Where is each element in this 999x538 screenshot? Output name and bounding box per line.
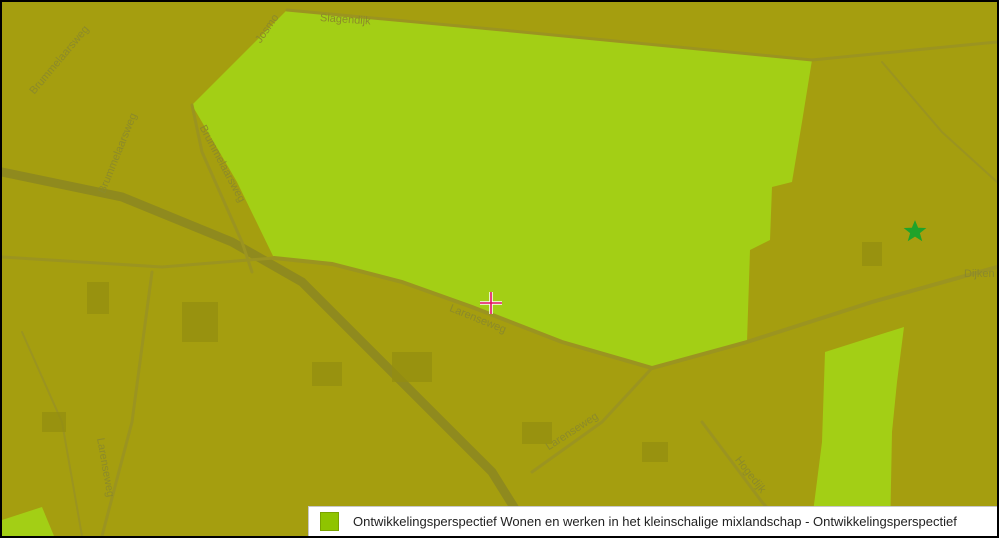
star-marker-icon[interactable] bbox=[902, 218, 928, 244]
legend-swatch bbox=[320, 512, 339, 531]
map-frame[interactable]: Slagendijk Josmo Brummelaarsweg Brummela… bbox=[0, 0, 999, 538]
map-legend: Ontwikkelingsperspectief Wonen en werken… bbox=[308, 506, 997, 536]
location-crosshair-icon bbox=[480, 292, 502, 314]
legend-label: Ontwikkelingsperspectief Wonen en werken… bbox=[353, 514, 957, 529]
map-canvas[interactable] bbox=[2, 2, 997, 536]
